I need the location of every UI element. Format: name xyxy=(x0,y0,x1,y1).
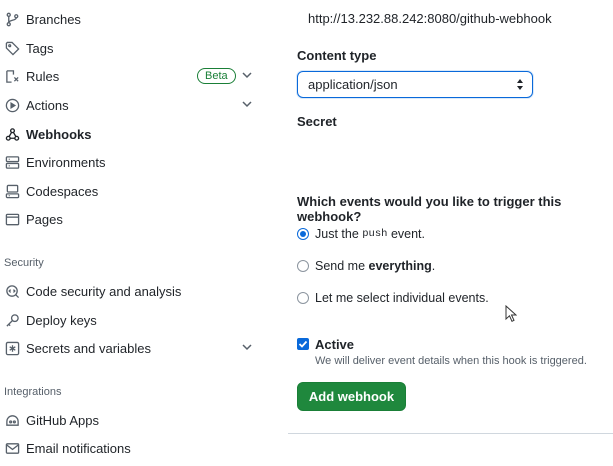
event-option-push[interactable]: Just the push event. xyxy=(297,225,425,243)
add-webhook-button[interactable]: Add webhook xyxy=(297,382,406,411)
sidebar-item-rules[interactable]: Rules Beta xyxy=(0,62,262,90)
event-option-everything[interactable]: Send me everything. xyxy=(297,257,435,275)
push-radio[interactable] xyxy=(297,228,309,240)
active-label[interactable]: Active xyxy=(315,337,354,352)
individual-option-label: Let me select individual events. xyxy=(315,291,489,305)
tag-icon xyxy=(4,40,20,56)
push-option-suffix: event. xyxy=(387,227,425,241)
form-divider xyxy=(288,433,613,434)
sidebar-item-github-apps[interactable]: GitHub Apps xyxy=(0,406,262,434)
codespaces-icon xyxy=(4,183,20,199)
sidebar-item-label: Deploy keys xyxy=(26,312,97,328)
event-option-individual[interactable]: Let me select individual events. xyxy=(297,289,489,307)
sidebar-item-label: Tags xyxy=(26,40,54,56)
active-hint: We will deliver event details when this … xyxy=(315,355,587,367)
everything-option-prefix: Send me xyxy=(315,259,369,273)
webhook-icon xyxy=(4,126,20,142)
rules-icon xyxy=(4,68,20,84)
sidebar-item-webhooks[interactable]: Webhooks xyxy=(0,120,262,148)
chevron-down-icon[interactable] xyxy=(241,69,253,81)
active-checkbox[interactable] xyxy=(297,338,309,350)
sidebar-item-pages[interactable]: Pages xyxy=(0,205,262,233)
sidebar-item-actions[interactable]: Actions xyxy=(0,91,262,119)
sidebar-item-label: Codespaces xyxy=(26,183,99,199)
browser-icon xyxy=(4,211,20,227)
sidebar-item-label: Branches xyxy=(26,11,81,27)
sidebar-item-label: Actions xyxy=(26,97,69,113)
sidebar-item-secrets[interactable]: Secrets and variables xyxy=(0,334,262,362)
sidebar-item-codespaces[interactable]: Codespaces xyxy=(0,177,262,205)
content-type-value: application/json xyxy=(308,77,398,92)
settings-sidebar: Branches Tags Rules Beta Actions Webhook… xyxy=(0,0,268,466)
sidebar-item-label: Code security and analysis xyxy=(26,283,182,299)
mouse-cursor-icon xyxy=(505,305,517,322)
sidebar-item-deploy-keys[interactable]: Deploy keys xyxy=(0,306,262,334)
sidebar-item-branches[interactable]: Branches xyxy=(0,5,262,33)
sidebar-item-label: Pages xyxy=(26,211,63,227)
sidebar-item-code-security[interactable]: Code security and analysis xyxy=(0,277,262,305)
security-heading: Security xyxy=(4,257,44,269)
sidebar-item-label: Rules xyxy=(26,68,60,84)
chevron-down-icon[interactable] xyxy=(241,341,253,353)
key-icon xyxy=(4,312,20,328)
codescan-icon xyxy=(4,283,20,299)
mail-icon xyxy=(4,440,20,456)
push-option-code: push xyxy=(362,228,388,240)
chevron-down-icon[interactable] xyxy=(241,98,253,110)
server-icon xyxy=(4,154,20,170)
integrations-heading: Integrations xyxy=(4,386,62,398)
everything-radio[interactable] xyxy=(297,260,309,272)
play-icon xyxy=(4,97,20,113)
secret-label: Secret xyxy=(297,114,337,129)
select-arrows-icon xyxy=(517,79,523,90)
asterisk-icon xyxy=(4,340,20,356)
sidebar-item-environments[interactable]: Environments xyxy=(0,148,262,176)
everything-option-bold: everything xyxy=(368,259,432,273)
content-type-label: Content type xyxy=(297,48,377,63)
everything-option-suffix: . xyxy=(431,259,436,273)
check-icon xyxy=(298,340,308,348)
apps-icon xyxy=(4,412,20,428)
sidebar-item-tags[interactable]: Tags xyxy=(0,34,262,62)
sidebar-item-label: GitHub Apps xyxy=(26,412,99,428)
push-option-prefix: Just the xyxy=(315,227,363,241)
sidebar-item-label: Secrets and variables xyxy=(26,340,152,356)
sidebar-item-label: Environments xyxy=(26,154,106,170)
sidebar-item-label: Webhooks xyxy=(26,126,92,142)
sidebar-item-email-notifications[interactable]: Email notifications xyxy=(0,434,262,462)
beta-badge: Beta xyxy=(197,68,236,84)
individual-radio[interactable] xyxy=(297,292,309,304)
payload-url-value[interactable]: http://13.232.88.242:8080/github-webhook xyxy=(308,11,552,26)
sidebar-item-label: Email notifications xyxy=(26,440,131,456)
content-type-select[interactable]: application/json xyxy=(297,71,533,98)
branch-icon xyxy=(4,11,20,27)
events-question: Which events would you like to trigger t… xyxy=(297,194,562,224)
